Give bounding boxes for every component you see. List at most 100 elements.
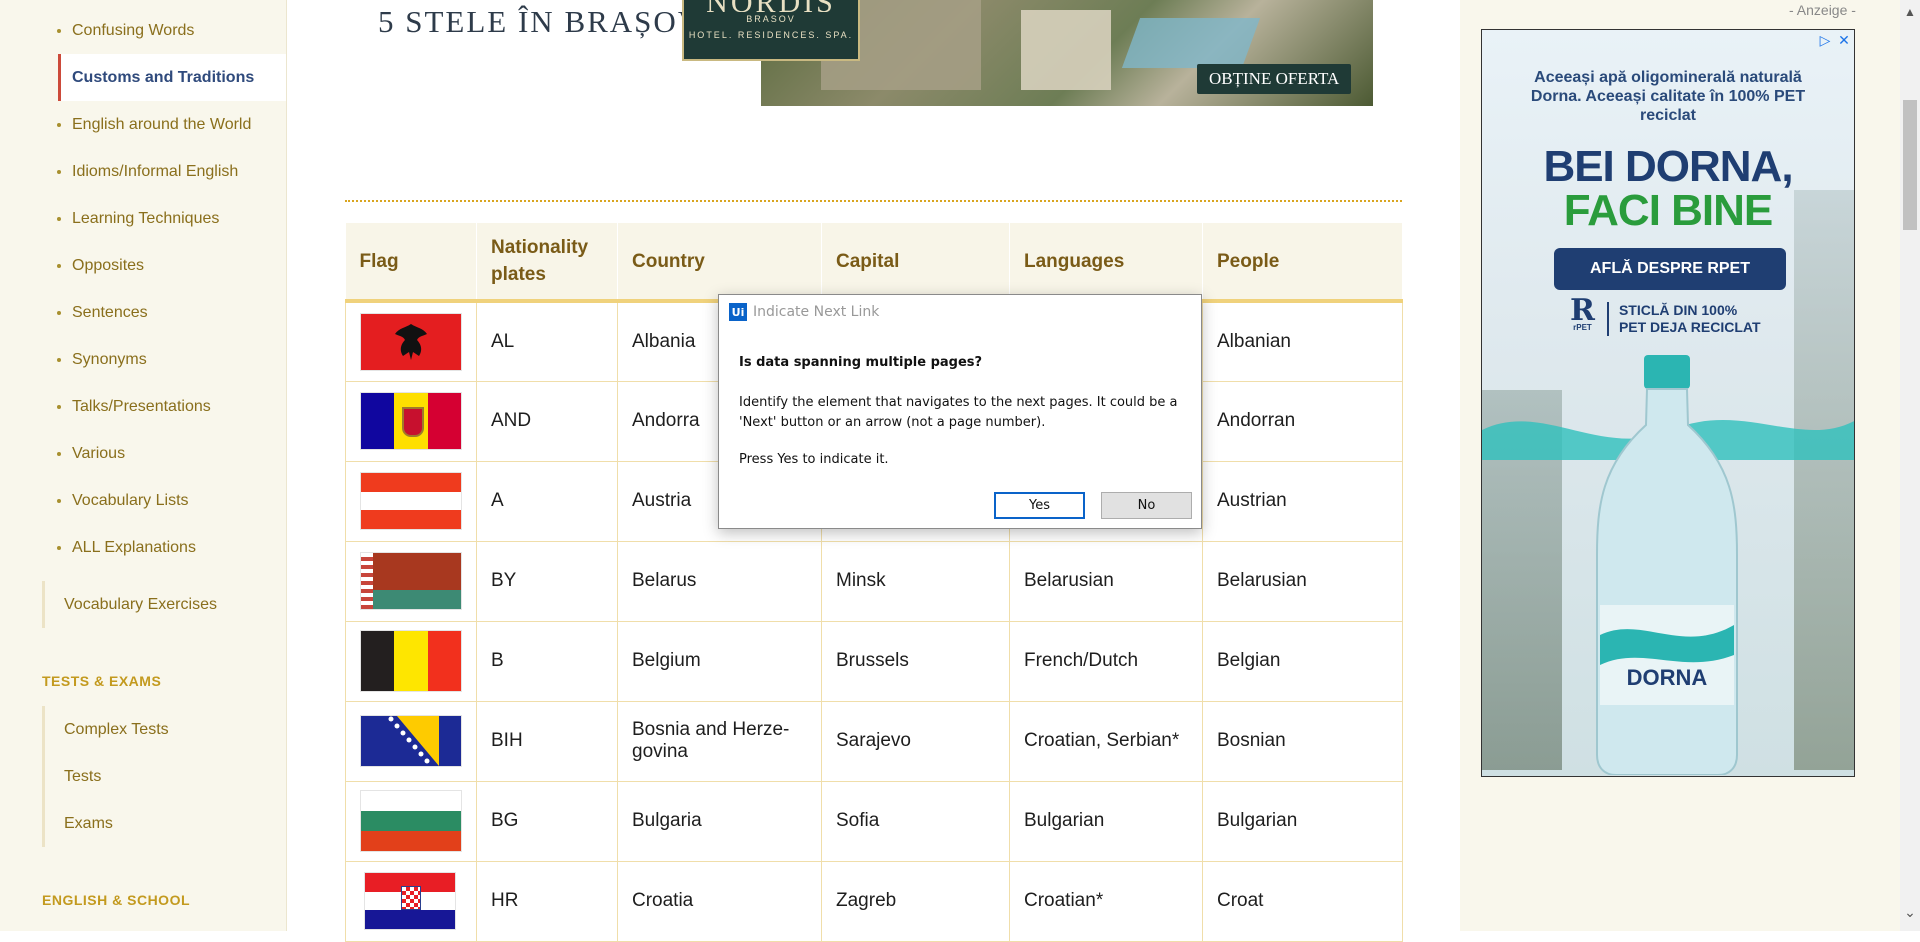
plate-cell: HR bbox=[476, 860, 618, 942]
left-sidebar: Confusing Words Customs and Traditions E… bbox=[0, 0, 287, 931]
people-cell: Belgian bbox=[1202, 620, 1403, 702]
croatia-flag-icon bbox=[365, 873, 455, 929]
chevron-down-icon[interactable]: ⌄ bbox=[1900, 900, 1920, 924]
sidebar-item-all-explanations[interactable]: ALL Explanations bbox=[57, 524, 286, 571]
flag-cell bbox=[345, 380, 477, 462]
sidebar-item-various[interactable]: Various bbox=[57, 430, 286, 477]
bullet-icon bbox=[57, 122, 61, 127]
ad-choices[interactable]: ▷ ✕ bbox=[1817, 32, 1852, 48]
ad-headline-1: BEI DORNA, bbox=[1543, 142, 1793, 191]
dialog-title-bar: Ui Indicate Next Link bbox=[729, 303, 879, 321]
bullet-icon bbox=[57, 169, 61, 174]
brand-name: NORDIS bbox=[684, 0, 858, 12]
capital-cell: Minsk bbox=[821, 540, 1010, 622]
dialog-body: Identify the element that navigates to t… bbox=[739, 395, 1178, 430]
close-icon[interactable]: ✕ bbox=[1836, 32, 1852, 48]
header-country: Country bbox=[617, 223, 822, 303]
scrollbar-thumb[interactable] bbox=[1903, 100, 1917, 230]
banner-cta-button[interactable]: OBȚINE OFERTA bbox=[1197, 64, 1352, 94]
languages-cell: Croatian* bbox=[1009, 860, 1203, 942]
languages-cell: Belarusian bbox=[1009, 540, 1203, 622]
sidebar-item-english-around-world[interactable]: English around the World bbox=[57, 101, 286, 148]
flag-cell bbox=[345, 700, 477, 782]
no-button[interactable]: No bbox=[1101, 492, 1192, 519]
table-header-row: Flag Nationality plates Country Capital … bbox=[345, 223, 1403, 303]
sidebar-item-exams[interactable]: Exams bbox=[42, 800, 286, 847]
banner-headline[interactable]: 5 STELE ÎN BRAȘOV bbox=[378, 4, 702, 40]
bullet-icon bbox=[57, 451, 61, 456]
table-row: B Belgium Brussels French/Dutch Belgian bbox=[345, 620, 1403, 702]
ad-tagline: Aceeași apă oligominerală naturală Dorna… bbox=[1530, 69, 1806, 124]
table-row: HR Croatia Zagreb Croatian* Croat bbox=[345, 860, 1403, 942]
header-plates: Nationality plates bbox=[476, 223, 618, 303]
table-row: BIH Bosnia and Herze-govina Sarajevo Cro… bbox=[345, 700, 1403, 782]
water-bottle-image: DORNA bbox=[1596, 355, 1738, 775]
dorna-ad[interactable]: ▷ ✕ Aceeași apă oligominerală naturală D… bbox=[1481, 29, 1855, 777]
bullet-icon bbox=[57, 545, 61, 550]
sidebar-item-idioms[interactable]: Idioms/Informal English bbox=[57, 148, 286, 195]
country-cell: Croatia bbox=[617, 860, 822, 942]
header-people: People bbox=[1202, 223, 1403, 303]
languages-cell: Croatian, Serbian* bbox=[1009, 700, 1203, 782]
people-cell: Belarusian bbox=[1202, 540, 1403, 622]
sidebar-item-learning-techniques[interactable]: Learning Techniques bbox=[57, 195, 286, 242]
sidebar-item-sentences[interactable]: Sentences bbox=[57, 289, 286, 336]
flag-cell bbox=[345, 780, 477, 862]
english-school-heading: ENGLISH & SCHOOL bbox=[42, 892, 191, 908]
sidebar-item-opposites[interactable]: Opposites bbox=[57, 242, 286, 289]
sidebar-item-customs-traditions[interactable]: Customs and Traditions bbox=[58, 54, 286, 101]
sidebar-item-tests[interactable]: Tests bbox=[42, 753, 286, 800]
uipath-app-icon: Ui bbox=[729, 303, 747, 321]
ad-rpet-badge: R rPET STICLĂ DIN 100% PET DEJA RECICLAT bbox=[1570, 293, 1761, 336]
indicate-next-link-dialog: Ui Indicate Next Link Is data spanning m… bbox=[718, 294, 1202, 529]
belarus-flag-icon bbox=[361, 553, 461, 609]
plate-cell: A bbox=[476, 460, 618, 542]
people-cell: Austrian bbox=[1202, 460, 1403, 542]
yes-button[interactable]: Yes bbox=[994, 492, 1085, 519]
bulgaria-flag-icon bbox=[361, 791, 461, 851]
banner-brand-logo[interactable]: NORDIS BRASOV HOTEL. RESIDENCES. SPA. bbox=[682, 0, 860, 61]
dotted-divider bbox=[345, 200, 1402, 202]
dialog-title: Indicate Next Link bbox=[753, 304, 880, 320]
plate-cell: AL bbox=[476, 300, 618, 382]
country-cell: Bulgaria bbox=[617, 780, 822, 862]
capital-cell: Sofia bbox=[821, 780, 1010, 862]
flag-cell bbox=[345, 860, 477, 942]
flag-cell bbox=[345, 620, 477, 702]
header-flag: Flag bbox=[345, 223, 477, 303]
albania-flag-icon bbox=[361, 313, 461, 370]
people-cell: Bulgarian bbox=[1202, 780, 1403, 862]
flag-cell bbox=[345, 540, 477, 622]
dialog-instruction: Press Yes to indicate it. bbox=[739, 452, 889, 467]
flag-cell bbox=[345, 460, 477, 542]
plate-cell: B bbox=[476, 620, 618, 702]
banner-building bbox=[1021, 10, 1111, 90]
ad-learn-more-button[interactable]: AFLĂ DESPRE RPET bbox=[1554, 248, 1786, 290]
scroll-up-icon[interactable]: ▲ bbox=[1900, 0, 1920, 24]
languages-cell: French/Dutch bbox=[1009, 620, 1203, 702]
ad-label: - Anzeige - bbox=[1789, 2, 1856, 18]
table-row: BY Belarus Minsk Belarusian Belarusian bbox=[345, 540, 1403, 622]
sidebar-item-talks[interactable]: Talks/Presentations bbox=[57, 383, 286, 430]
banner-pool bbox=[1121, 18, 1261, 68]
bullet-icon bbox=[57, 357, 61, 362]
capital-cell: Sarajevo bbox=[821, 700, 1010, 782]
sidebar-item-synonyms[interactable]: Synonyms bbox=[57, 336, 286, 383]
table-row: BG Bulgaria Sofia Bulgarian Bulgarian bbox=[345, 780, 1403, 862]
sidebar-item-confusing-words[interactable]: Confusing Words bbox=[57, 7, 286, 54]
rpet-logo-icon: R rPET bbox=[1570, 293, 1595, 333]
sidebar-item-vocabulary-lists[interactable]: Vocabulary Lists bbox=[57, 477, 286, 524]
people-cell: Bosnian bbox=[1202, 700, 1403, 782]
bullet-icon bbox=[57, 404, 61, 409]
bullet-icon bbox=[57, 28, 61, 33]
capital-cell: Zagreb bbox=[821, 860, 1010, 942]
country-cell: Belarus bbox=[617, 540, 822, 622]
bottle-label: DORNA bbox=[1627, 665, 1708, 690]
ad-info-icon[interactable]: ▷ bbox=[1817, 32, 1833, 48]
belgium-flag-icon bbox=[361, 631, 461, 691]
ad-headline-2: FACI BINE bbox=[1563, 186, 1774, 235]
languages-cell: Bulgarian bbox=[1009, 780, 1203, 862]
people-cell: Albanian bbox=[1202, 300, 1403, 382]
sidebar-item-complex-tests[interactable]: Complex Tests bbox=[42, 706, 286, 753]
sidebar-item-vocabulary-exercises[interactable]: Vocabulary Exercises bbox=[42, 581, 286, 628]
